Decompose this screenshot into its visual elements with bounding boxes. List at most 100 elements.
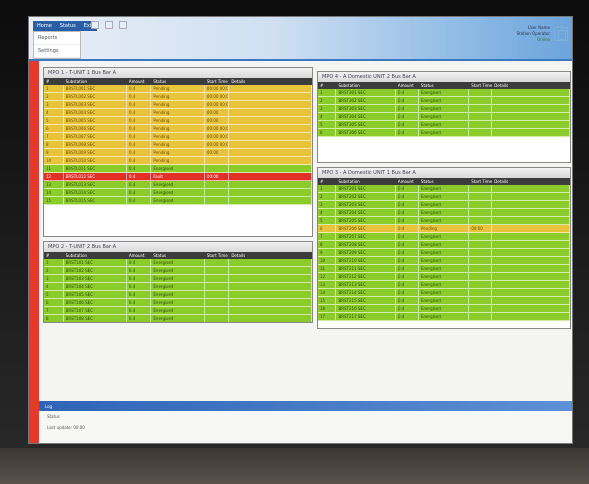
column-header[interactable]: Start Time	[469, 83, 492, 88]
table-row[interactable]: 5 BRSTL005 SEC 0.4 Pending 00:00	[44, 117, 312, 125]
table-row[interactable]: 15 BRSTL015 SEC 0.4 Energised	[44, 197, 312, 205]
table-row[interactable]: 1 BRST301 SEC 0.4 Energised	[318, 89, 570, 97]
table-cell: Energised	[151, 291, 205, 298]
column-header[interactable]: Substation	[336, 179, 395, 184]
table-row[interactable]: 7 BRST107 SEC 0.4 Energised	[44, 307, 312, 315]
table-row[interactable]: 3 BRST103 SEC 0.4 Energised	[44, 275, 312, 283]
table-row[interactable]: 4 BRST304 SEC 0.4 Energised	[318, 113, 570, 121]
table-row[interactable]: 15 BRST215 SEC 0.4 Energised	[318, 297, 570, 305]
table-row[interactable]: 12 BRST212 SEC 0.4 Energised	[318, 273, 570, 281]
table-cell	[492, 185, 570, 192]
column-header[interactable]: #	[44, 253, 64, 258]
table-cell	[205, 307, 230, 314]
table-row[interactable]: 2 BRST102 SEC 0.4 Energised	[44, 267, 312, 275]
column-header[interactable]: Status	[151, 79, 205, 84]
table-cell	[229, 267, 312, 274]
table-row[interactable]: 6 BRST206 SEC 0.4 Pending 00:00	[318, 225, 570, 233]
table-cell: Energised	[419, 257, 470, 264]
column-header[interactable]: Start Time	[205, 79, 229, 84]
table-cell: Energised	[419, 129, 470, 136]
table-row[interactable]: 14 BRSTL014 SEC 0.4 Energised	[44, 189, 312, 197]
column-header[interactable]: Substation	[64, 253, 127, 258]
table-cell: 00:00	[205, 117, 230, 124]
table-cell	[229, 315, 312, 322]
menu-bar: Home Status Exit	[33, 21, 98, 31]
column-header[interactable]: Amount	[396, 83, 419, 88]
table-row[interactable]: 17 BRST217 SEC 0.4 Energised	[318, 313, 570, 321]
table-cell	[205, 283, 230, 290]
column-header[interactable]: Amount	[127, 79, 151, 84]
table-row[interactable]: 7 BRSTL007 SEC 0.4 Pending 00:00 00:00	[44, 133, 312, 141]
column-header[interactable]: Status	[419, 179, 469, 184]
column-header[interactable]: Status	[419, 83, 469, 88]
table-row[interactable]: 2 BRST202 SEC 0.4 Energised	[318, 193, 570, 201]
table-row[interactable]: 5 BRST305 SEC 0.4 Energised	[318, 121, 570, 129]
table-row[interactable]: 6 BRST306 SEC 0.4 Energised	[318, 129, 570, 137]
table-row[interactable]: 5 BRST205 SEC 0.4 Energised	[318, 217, 570, 225]
table-row[interactable]: 2 BRST302 SEC 0.4 Energised	[318, 97, 570, 105]
table-row[interactable]: 14 BRST214 SEC 0.4 Energised	[318, 289, 570, 297]
table-cell: 2	[318, 97, 337, 104]
table-row[interactable]: 3 BRST303 SEC 0.4 Energised	[318, 105, 570, 113]
table-cell: 0.4	[396, 217, 419, 224]
table-cell	[469, 193, 493, 200]
table-row[interactable]: 7 BRST207 SEC 0.4 Energised	[318, 233, 570, 241]
table-cell: 0.4	[127, 133, 152, 140]
table-row[interactable]: 13 BRSTL013 SEC 0.4 Energised	[44, 181, 312, 189]
table-row[interactable]: 8 BRSTL008 SEC 0.4 Pending 00:00 00:00	[44, 141, 312, 149]
tool-icon-2[interactable]	[105, 21, 113, 29]
column-header[interactable]: Details	[492, 179, 570, 184]
table-cell: 14	[318, 289, 337, 296]
column-header[interactable]: #	[318, 179, 336, 184]
table-row[interactable]: 6 BRSTL006 SEC 0.4 Pending 00:00 00:00	[44, 125, 312, 133]
table-cell	[469, 281, 493, 288]
submenu-settings[interactable]: Settings	[34, 45, 80, 58]
table-cell: 12	[44, 173, 64, 180]
table-row[interactable]: 3 BRST203 SEC 0.4 Energised	[318, 201, 570, 209]
table-row[interactable]: 16 BRST216 SEC 0.4 Energised	[318, 305, 570, 313]
tool-icon-3[interactable]	[119, 21, 127, 29]
menu-status[interactable]: Status	[56, 21, 80, 31]
submenu-reports[interactable]: Reports	[34, 32, 80, 45]
table-row[interactable]: 12 BRSTL012 SEC 0.4 Fault 00:00	[44, 173, 312, 181]
table-row[interactable]: 10 BRST210 SEC 0.4 Energised	[318, 257, 570, 265]
column-header[interactable]: Amount	[127, 253, 151, 258]
table-cell: BRSTL005 SEC	[64, 117, 127, 124]
table-row[interactable]: 9 BRST209 SEC 0.4 Energised	[318, 249, 570, 257]
table-row[interactable]: 1 BRST201 SEC 0.4 Energised	[318, 185, 570, 193]
table-cell: Energised	[419, 241, 470, 248]
column-header[interactable]: Details	[229, 253, 312, 258]
table-row[interactable]: 8 BRST108 SEC 0.4 Energised	[44, 315, 312, 322]
tool-icon-1[interactable]	[91, 21, 99, 29]
table-row[interactable]: 11 BRST211 SEC 0.4 Energised	[318, 265, 570, 273]
column-header[interactable]: Details	[492, 83, 570, 88]
column-header[interactable]: #	[318, 83, 336, 88]
table-cell: 0.4	[396, 201, 419, 208]
column-header[interactable]: Details	[229, 79, 312, 84]
column-header[interactable]: #	[44, 79, 64, 84]
table-row[interactable]: 3 BRSTL003 SEC 0.4 Pending 00:00 00:00	[44, 101, 312, 109]
column-header[interactable]: Amount	[396, 179, 419, 184]
table-cell: 0.4	[127, 299, 152, 306]
table-row[interactable]: 4 BRST204 SEC 0.4 Energised	[318, 209, 570, 217]
table-row[interactable]: 11 BRSTL011 SEC 0.4 Energised	[44, 165, 312, 173]
column-header[interactable]: Start Time	[205, 253, 229, 258]
column-header[interactable]: Substation	[336, 83, 395, 88]
table-row[interactable]: 2 BRSTL002 SEC 0.4 Pending 00:00 00:00	[44, 93, 312, 101]
table-row[interactable]: 4 BRSTL004 SEC 0.4 Pending 00:00	[44, 109, 312, 117]
table-row[interactable]: 8 BRST208 SEC 0.4 Energised	[318, 241, 570, 249]
column-header[interactable]: Substation	[64, 79, 127, 84]
table-row[interactable]: 5 BRST105 SEC 0.4 Energised	[44, 291, 312, 299]
table-cell: Energised	[151, 165, 205, 172]
column-header[interactable]: Start Time	[469, 179, 492, 184]
table-row[interactable]: 4 BRST104 SEC 0.4 Energised	[44, 283, 312, 291]
column-header[interactable]: Status	[151, 253, 205, 258]
table-cell: Energised	[419, 105, 470, 112]
menu-home[interactable]: Home	[33, 21, 56, 31]
table-row[interactable]: 13 BRST213 SEC 0.4 Energised	[318, 281, 570, 289]
table-row[interactable]: 9 BRSTL009 SEC 0.4 Pending 00:00	[44, 149, 312, 157]
table-row[interactable]: 1 BRST101 SEC 0.4 Energised	[44, 259, 312, 267]
table-row[interactable]: 10 BRSTL010 SEC 0.4 Pending	[44, 157, 312, 165]
table-row[interactable]: 1 BRSTL001 SEC 0.4 Pending 00:00 00:00	[44, 85, 312, 93]
table-row[interactable]: 6 BRST106 SEC 0.4 Energised	[44, 299, 312, 307]
